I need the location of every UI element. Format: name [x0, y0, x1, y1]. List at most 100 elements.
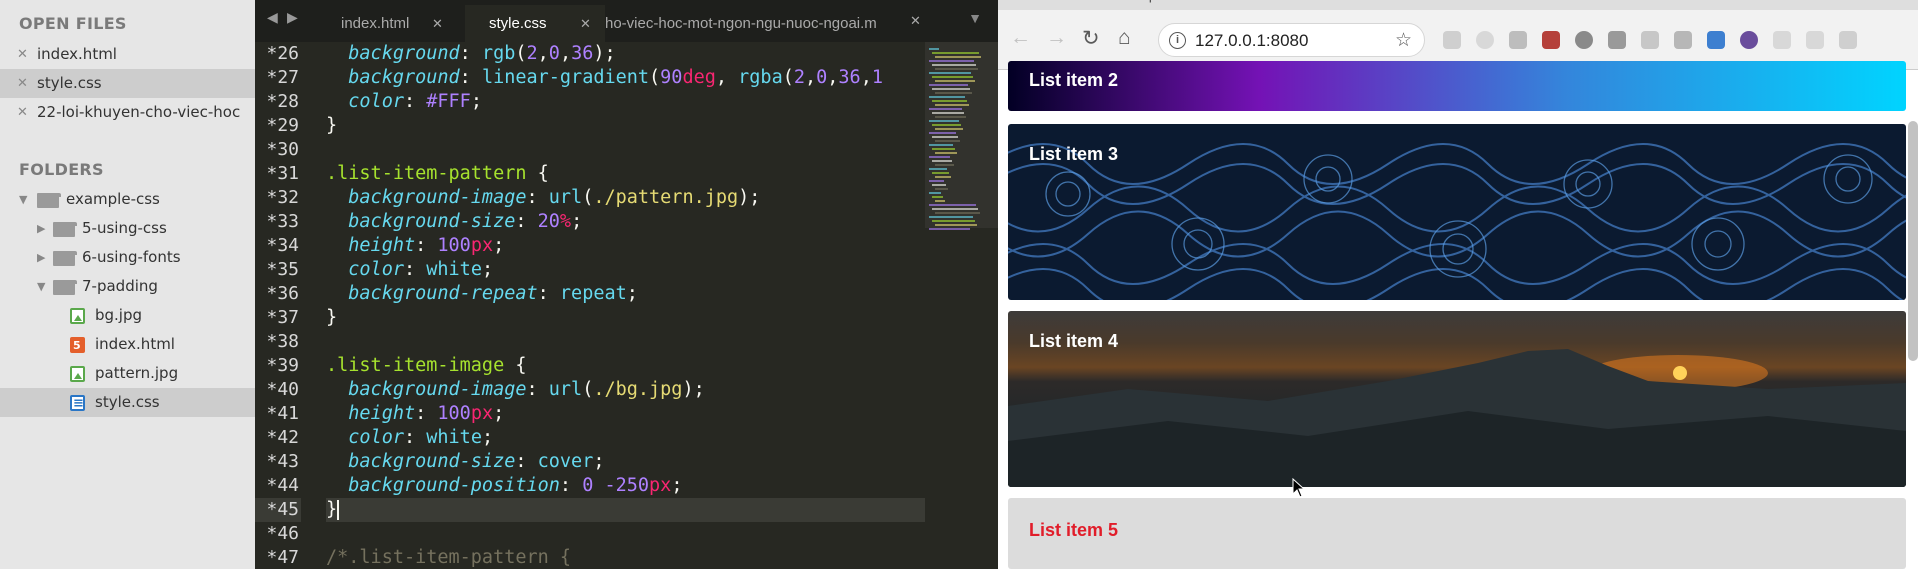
minimap-line: [935, 212, 980, 214]
reload-icon[interactable]: ↻: [1082, 26, 1100, 51]
browser-tab[interactable]: tapis: [1138, 0, 1165, 10]
folder-open-icon: [37, 193, 61, 208]
chevron-right-icon[interactable]: ▶: [37, 243, 45, 272]
minimap-line: [932, 160, 952, 162]
site-info-icon[interactable]: i: [1169, 32, 1186, 49]
code-token: ;: [626, 283, 638, 304]
file-pattern-jpg[interactable]: pattern.jpg: [0, 359, 255, 388]
minimap-line: [935, 128, 963, 130]
back-icon[interactable]: ←: [1010, 26, 1031, 50]
url-text: 127.0.0.1:8080: [1195, 31, 1309, 50]
tab-label: ho-viec-hoc-mot-ngon-ngu-nuoc-ngoai.m: [605, 15, 877, 32]
forward-icon[interactable]: →: [1046, 26, 1067, 50]
close-icon[interactable]: ✕: [910, 13, 921, 29]
code-line: background-image: url(./pattern.jpg);: [326, 186, 926, 210]
code-token: ,: [715, 67, 739, 88]
tab-label: style.css: [489, 15, 547, 32]
file-index-html[interactable]: index.html: [0, 330, 255, 359]
extension-icon[interactable]: [1476, 31, 1494, 49]
open-file-style-css[interactable]: ✕ style.css: [0, 69, 255, 98]
extension-icon[interactable]: [1641, 31, 1659, 49]
code-token: ;: [593, 451, 605, 472]
minimap-line: [929, 108, 962, 110]
code-line: height: 100px;: [326, 402, 926, 426]
open-file-index-html[interactable]: ✕ index.html: [0, 40, 255, 69]
extension-icon[interactable]: [1443, 31, 1461, 49]
sidebar: OPEN FILES ✕ index.html ✕ style.css ✕ 22…: [0, 0, 255, 569]
extension-icon[interactable]: [1773, 31, 1791, 49]
code-line: background: linear-gradient(90deg, rgba(…: [326, 66, 926, 90]
extension-icon[interactable]: [1542, 31, 1560, 49]
extension-icon[interactable]: [1839, 31, 1857, 49]
minimap-line: [935, 188, 948, 190]
line-number: *41: [266, 403, 299, 424]
extension-icon[interactable]: [1608, 31, 1626, 49]
code-token: 0: [582, 475, 594, 496]
extension-icon[interactable]: [1707, 31, 1725, 49]
folder-5-using-css[interactable]: ▶ 5-using-css: [0, 214, 255, 243]
minimap-line: [929, 84, 968, 86]
code-token: background-image: [348, 379, 527, 400]
tab-list-dropdown-icon[interactable]: ▼: [968, 10, 982, 26]
browser-tab[interactable]: 8/97: [1266, 0, 1291, 10]
tab-next-icon[interactable]: ▶: [287, 9, 298, 26]
browser-tab[interactable]: 8377: [1378, 0, 1407, 10]
extension-icon[interactable]: [1509, 31, 1527, 49]
folder-example-css[interactable]: ▼ example-css: [0, 185, 255, 214]
code-line: .list-item-image {: [326, 354, 926, 378]
page-viewport[interactable]: List item 2 List item 3 List item 4 List…: [998, 61, 1918, 569]
minimap-line: [935, 224, 977, 226]
bookmark-star-icon[interactable]: ☆: [1395, 29, 1412, 52]
code-token: :: [459, 43, 482, 64]
browser-tab[interactable]: Stack: [1723, 0, 1756, 10]
address-bar[interactable]: i 127.0.0.1:8080 ☆: [1158, 23, 1425, 57]
open-file-22-loi-khuyen[interactable]: ✕ 22-loi-khuyen-cho-viec-hoc: [0, 98, 255, 127]
file-style-css[interactable]: style.css: [0, 388, 255, 417]
browser-tab[interactable]: 127.0.: [1608, 0, 1644, 10]
extension-icon[interactable]: [1806, 31, 1824, 49]
close-icon[interactable]: ✕: [17, 69, 28, 98]
list-item-pattern: List item 3: [1008, 124, 1906, 300]
code-token: ;: [571, 211, 583, 232]
extension-icon[interactable]: [1674, 31, 1692, 49]
tab-prev-icon[interactable]: ◀: [267, 9, 278, 26]
extension-icon[interactable]: [1740, 31, 1758, 49]
close-icon[interactable]: ✕: [432, 5, 443, 42]
chevron-right-icon[interactable]: ▶: [37, 214, 45, 243]
code-token: /*.list-item-pattern {: [326, 547, 572, 568]
code-token: {: [504, 355, 527, 376]
code-token: background-position: [348, 475, 560, 496]
code-editor[interactable]: ◀ ▶ index.html ✕ style.css ✕ ho-viec-hoc…: [255, 0, 998, 569]
page-scrollbar[interactable]: [1908, 121, 1918, 361]
home-icon[interactable]: ⌂: [1118, 26, 1131, 50]
tab-style-css[interactable]: style.css ✕: [465, 5, 605, 42]
browser-tab[interactable]: 5032: [1490, 0, 1519, 10]
code-token: :: [403, 259, 427, 280]
chevron-down-icon[interactable]: ▼: [37, 272, 45, 301]
tab-article-md[interactable]: ho-viec-hoc-mot-ngon-ngu-nuoc-ngoai.m: [595, 5, 895, 42]
file-bg-jpg[interactable]: bg.jpg: [0, 301, 255, 330]
code-token: color: [348, 91, 404, 112]
extension-icon[interactable]: [1575, 31, 1593, 49]
code-token: ;: [481, 259, 494, 280]
minimap[interactable]: [925, 42, 998, 569]
text-cursor: [337, 500, 340, 520]
minimap-line: [935, 104, 969, 106]
code-token: 2: [526, 43, 538, 64]
folder-7-padding[interactable]: ▼ 7-padding: [0, 272, 255, 301]
minimap-line: [929, 216, 973, 218]
code-token: background-repeat: [348, 283, 538, 304]
minimap-line: [932, 148, 955, 150]
close-icon[interactable]: ✕: [580, 5, 591, 42]
close-icon[interactable]: ✕: [17, 40, 28, 69]
folder-6-using-fonts[interactable]: ▶ 6-using-fonts: [0, 243, 255, 272]
tab-index-html[interactable]: index.html ✕: [317, 5, 457, 42]
code-area[interactable]: background: rgb(2,0,36); background: lin…: [326, 42, 926, 569]
close-icon[interactable]: ✕: [17, 98, 28, 127]
chevron-down-icon[interactable]: ▼: [19, 185, 27, 214]
code-token: px: [470, 403, 494, 424]
code-token: background-size: [348, 451, 516, 472]
